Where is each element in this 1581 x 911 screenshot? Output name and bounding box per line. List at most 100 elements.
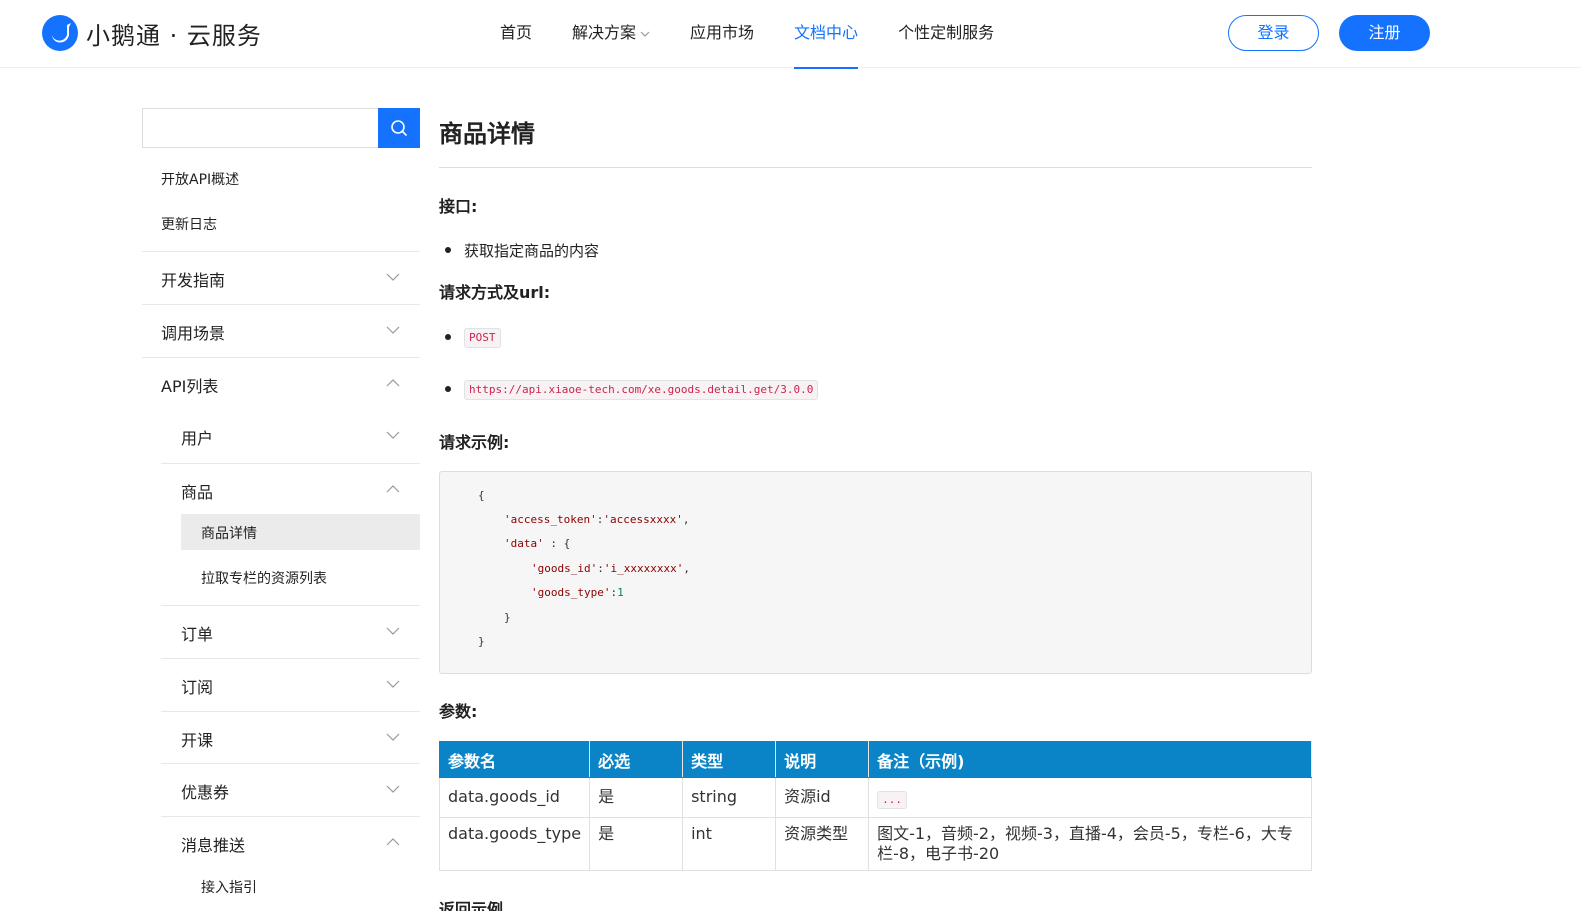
register-button[interactable]: 注册 [1339,15,1430,51]
sidebar-group-api-list[interactable]: API列表 [142,357,420,410]
column-header: 说明 [775,741,870,778]
sidebar-group-scenarios[interactable]: 调用场景 [142,304,420,357]
sidebar-group-label: 调用场景 [161,324,226,343]
chevron-down-icon [640,31,650,37]
nav-custom-service-label: 个性定制服务 [898,23,995,42]
sidebar-subgroup-push[interactable]: 消息推送 [161,816,420,869]
code-line: 'goods_id':'i_xxxxxxxx', [531,562,690,575]
nav-solutions-label: 解决方案 [572,23,637,42]
sidebar-subgroup-goods[interactable]: 商品 [161,463,420,516]
search-input[interactable] [142,108,378,148]
sidebar-subgroup-label: 商品 [181,483,214,502]
chevron-down-icon [386,326,400,334]
param-name-cell: data.goods_type [438,817,591,871]
chevron-down-icon [386,785,400,793]
bullet [445,386,451,392]
sidebar-item-column-resources[interactable]: 拉取专栏的资源列表 [181,559,420,595]
doc-sidebar: 开放API概述 更新日志 开发指南 调用场景 API列表 用户 商品 商品详情 … [142,108,420,896]
method-heading: 请求方式及url: [439,283,551,302]
nav-home[interactable]: 首页 [500,0,532,68]
code-line: } [504,611,511,624]
code-line: 'data' : { [504,537,571,550]
table-row: data.goods_id 是 string 资源id ... [438,777,1312,818]
sidebar-subgroup-course[interactable]: 开课 [161,711,420,764]
sidebar-group-dev-guide[interactable]: 开发指南 [142,251,420,304]
code-line: 'access_token':'accessxxxx', [504,513,690,526]
param-desc-cell: 资源类型 [775,817,870,871]
column-header: 参数名 [438,741,591,778]
params-table: 参数名 必选 类型 说明 备注（示例) data.goods_id 是 stri… [438,741,1312,871]
sidebar-subgroup-label: 订单 [181,625,214,644]
nav-app-market-label: 应用市场 [690,23,755,42]
bullet [445,334,451,340]
login-button[interactable]: 登录 [1228,15,1319,51]
sidebar-item-goods-detail[interactable]: 商品详情 [181,514,420,550]
page-title: 商品详情 [439,120,535,148]
interface-heading: 接口: [439,197,478,216]
sidebar-item-label: 接入指引 [201,880,257,896]
params-heading: 参数: [439,702,478,721]
table-row: data.goods_type 是 int 资源类型 图文-1，音频-2，视频-… [438,817,1312,871]
sidebar-subgroup-label: 订阅 [181,678,214,697]
sidebar-subgroup-user[interactable]: 用户 [161,410,420,463]
sidebar-item-api-overview[interactable]: 开放API概述 [161,169,239,189]
nav-solutions[interactable]: 解决方案 [572,0,650,68]
sidebar-group-label: 开发指南 [161,271,226,290]
param-type-cell: int [682,817,777,871]
brand-name: 小鹅通 · 云服务 [86,21,262,50]
chevron-up-icon [386,485,400,493]
param-required-cell: 是 [589,817,684,871]
param-note-cell: 图文-1，音频-2，视频-3，直播-4，会员-5，专栏-6，大专栏-8，电子书-… [868,817,1312,871]
nav-docs[interactable]: 文档中心 [794,0,859,69]
chevron-down-icon [386,733,400,741]
return-example-heading: 返回示例 [439,900,504,911]
sidebar-subgroup-subscribe[interactable]: 订阅 [161,658,420,711]
top-header: 小鹅通 · 云服务 首页 解决方案 应用市场 文档中心 个性定制服务 登录 注册 [0,0,1581,69]
chevron-down-icon [386,680,400,688]
bullet [445,247,451,253]
param-note-cell: ... [868,777,1312,818]
sidebar-item-access-guide[interactable]: 接入指引 [181,868,420,904]
http-method: POST [464,328,501,348]
sidebar-subgroup-coupon[interactable]: 优惠券 [161,763,420,816]
sidebar-subgroup-label: 用户 [181,429,214,448]
code-line: 'goods_type':1 [531,586,624,599]
interface-description: 获取指定商品的内容 [464,242,600,260]
chevron-up-icon [386,379,400,387]
param-name-cell: data.goods_id [438,777,591,818]
sidebar-subgroup-order[interactable]: 订单 [161,605,420,658]
nav-docs-label: 文档中心 [794,23,859,42]
code-line: } [478,635,485,648]
divider [439,167,1312,168]
sidebar-item-label: 商品详情 [201,526,257,542]
request-url[interactable]: https://api.xiaoe-tech.com/xe.goods.deta… [464,380,819,400]
param-type-cell: string [682,777,777,818]
sidebar-group-label: API列表 [161,377,219,396]
sidebar-item-changelog[interactable]: 更新日志 [161,214,217,234]
column-header: 备注（示例) [868,741,1312,778]
chevron-down-icon [386,273,400,281]
search-button[interactable] [378,108,420,148]
chevron-down-icon [386,431,400,439]
nav-app-market[interactable]: 应用市场 [690,0,754,68]
nav-custom-service[interactable]: 个性定制服务 [898,0,994,68]
sidebar-search [142,108,420,148]
code-line: { [478,489,485,502]
column-header: 必选 [589,741,684,778]
main-nav: 首页 解决方案 应用市场 文档中心 个性定制服务 [500,0,1034,69]
chevron-up-icon [386,838,400,846]
request-example-code[interactable]: { 'access_token':'accessxxxx', 'data' : … [439,471,1312,674]
sidebar-item-label: 拉取专栏的资源列表 [201,571,327,587]
nav-home-label: 首页 [500,23,533,42]
param-required-cell: 是 [589,777,684,818]
table-header-row: 参数名 必选 类型 说明 备注（示例) [438,741,1312,778]
example-heading: 请求示例: [439,433,510,452]
logo-icon [42,15,78,51]
sidebar-subgroup-label: 开课 [181,731,214,750]
sidebar-subgroup-label: 优惠券 [181,783,230,802]
note-code: ... [877,791,907,809]
logo[interactable]: 小鹅通 · 云服务 [42,15,262,51]
column-header: 类型 [682,741,777,778]
search-icon [391,120,408,137]
chevron-down-icon [386,627,400,635]
